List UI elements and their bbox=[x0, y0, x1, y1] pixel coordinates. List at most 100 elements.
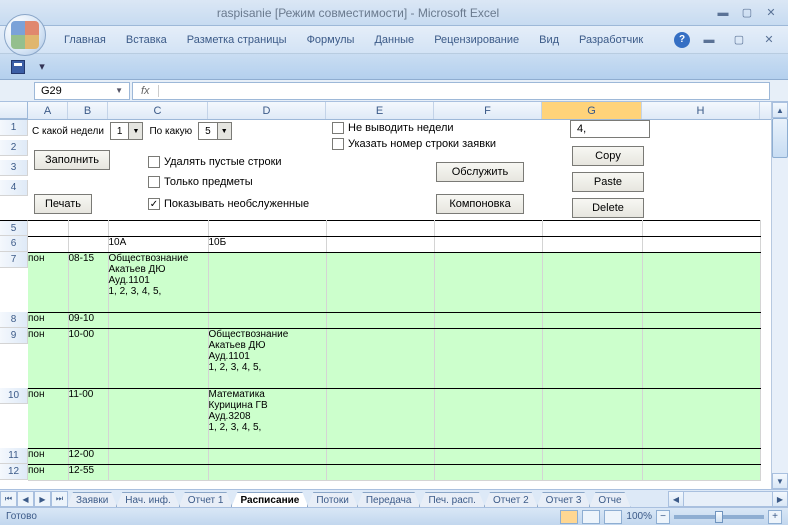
cell[interactable]: 10А bbox=[108, 236, 208, 252]
sheet-tab[interactable]: Отчет 3 bbox=[537, 492, 591, 507]
sheet-tab[interactable]: Нач. инф. bbox=[116, 492, 179, 507]
cell[interactable]: пон bbox=[28, 328, 68, 388]
ribbon-tab-pagelayout[interactable]: Разметка страницы bbox=[177, 30, 297, 50]
workbook-restore-button[interactable]: ▢ bbox=[728, 32, 750, 48]
row-header[interactable]: 3 bbox=[0, 160, 28, 176]
zoom-out-button[interactable]: − bbox=[656, 510, 670, 524]
sheet-tab[interactable]: Потоки bbox=[307, 492, 358, 507]
row-header[interactable]: 5 bbox=[0, 220, 28, 236]
tab-nav-next[interactable]: ▶ bbox=[34, 491, 51, 507]
tab-nav-prev[interactable]: ◀ bbox=[17, 491, 34, 507]
scroll-up-button[interactable]: ▲ bbox=[772, 102, 788, 118]
sheet-tab-active[interactable]: Расписание bbox=[231, 492, 308, 507]
col-header-G[interactable]: G bbox=[542, 102, 642, 119]
print-button[interactable]: Печать bbox=[34, 194, 92, 214]
col-header-D[interactable]: D bbox=[208, 102, 326, 119]
restore-button[interactable]: ▢ bbox=[736, 5, 758, 21]
ribbon-tab-view[interactable]: Вид bbox=[529, 30, 569, 50]
sheet-tab[interactable]: Отчет 1 bbox=[179, 492, 233, 507]
tab-nav-last[interactable]: ⏭ bbox=[51, 491, 68, 507]
cell[interactable]: пон bbox=[28, 388, 68, 448]
ribbon-tab-home[interactable]: Главная bbox=[54, 30, 116, 50]
value-input[interactable]: 4, bbox=[570, 120, 650, 138]
row-header[interactable]: 1 bbox=[0, 120, 28, 136]
formula-input[interactable]: fx bbox=[132, 82, 770, 100]
layout-button[interactable]: Компоновка bbox=[436, 194, 524, 214]
cell[interactable]: 10Б bbox=[208, 236, 326, 252]
chevron-down-icon[interactable]: ▼ bbox=[115, 86, 123, 95]
copy-button[interactable]: Copy bbox=[572, 146, 644, 166]
fx-icon[interactable]: fx bbox=[133, 85, 159, 97]
name-box[interactable]: G29 ▼ bbox=[34, 82, 130, 100]
show-req-row-checkbox[interactable] bbox=[332, 138, 344, 150]
ribbon-tab-developer[interactable]: Разработчик bbox=[569, 30, 653, 50]
scroll-down-button[interactable]: ▼ bbox=[772, 473, 788, 489]
sheet-tab[interactable]: Отчет 2 bbox=[484, 492, 538, 507]
delete-button[interactable]: Delete bbox=[572, 198, 644, 218]
page-break-view-button[interactable] bbox=[604, 510, 622, 524]
cell[interactable] bbox=[208, 252, 326, 312]
save-button[interactable] bbox=[8, 57, 28, 77]
col-header-E[interactable]: E bbox=[326, 102, 434, 119]
only-subjects-checkbox[interactable] bbox=[148, 176, 160, 188]
scroll-right-button[interactable]: ▶ bbox=[772, 491, 788, 507]
row-header[interactable]: 9 bbox=[0, 328, 28, 344]
sheet-tab[interactable]: Печ. расп. bbox=[419, 492, 485, 507]
col-header-B[interactable]: B bbox=[68, 102, 108, 119]
tab-nav-first[interactable]: ⏮ bbox=[0, 491, 17, 507]
row-header[interactable]: 8 bbox=[0, 312, 28, 328]
zoom-slider[interactable] bbox=[674, 515, 764, 519]
col-header-F[interactable]: F bbox=[434, 102, 542, 119]
office-button[interactable] bbox=[4, 14, 46, 56]
scroll-left-button[interactable]: ◀ bbox=[668, 491, 684, 507]
delete-empty-checkbox[interactable] bbox=[148, 156, 160, 168]
minimize-button[interactable]: ▬ bbox=[712, 5, 734, 21]
horizontal-scrollbar[interactable]: ◀ ▶ bbox=[668, 491, 788, 507]
hide-weeks-checkbox[interactable] bbox=[332, 122, 344, 134]
cell[interactable]: пон bbox=[28, 312, 68, 328]
cell[interactable]: 12-55 bbox=[68, 464, 108, 480]
week-to-select[interactable]: 5▼ bbox=[198, 122, 232, 140]
sheet-tab[interactable]: Заявки bbox=[67, 492, 117, 507]
cell[interactable]: 10-00 bbox=[68, 328, 108, 388]
page-layout-view-button[interactable] bbox=[582, 510, 600, 524]
cell[interactable]: Обществознание Акатьев ДЮ Ауд.1101 1, 2,… bbox=[208, 328, 326, 388]
close-button[interactable]: ✕ bbox=[760, 5, 782, 21]
cell[interactable]: пон bbox=[28, 464, 68, 480]
cell[interactable]: 11-00 bbox=[68, 388, 108, 448]
ribbon-tab-insert[interactable]: Вставка bbox=[116, 30, 177, 50]
paste-button[interactable]: Paste bbox=[572, 172, 644, 192]
cell[interactable]: пон bbox=[28, 448, 68, 464]
cell[interactable]: Математика Курицина ГВ Ауд.3208 1, 2, 3,… bbox=[208, 388, 326, 448]
workbook-close-button[interactable]: ✕ bbox=[758, 32, 780, 48]
cell[interactable]: Обществознание Акатьев ДЮ Ауд.1101 1, 2,… bbox=[108, 252, 208, 312]
fill-button[interactable]: Заполнить bbox=[34, 150, 110, 170]
cell[interactable]: 12-00 bbox=[68, 448, 108, 464]
cell[interactable]: 08-15 bbox=[68, 252, 108, 312]
col-header-A[interactable]: A bbox=[28, 102, 68, 119]
qat-dropdown[interactable]: ▾ bbox=[32, 57, 52, 77]
ribbon-tab-formulas[interactable]: Формулы bbox=[297, 30, 365, 50]
select-all-corner[interactable] bbox=[0, 102, 28, 119]
normal-view-button[interactable] bbox=[560, 510, 578, 524]
grid-body[interactable]: 1 С какой недели 1▼ По какую 5▼ Заполнит… bbox=[0, 120, 771, 489]
sheet-tab[interactable]: Отче bbox=[589, 492, 630, 507]
workbook-minimize-button[interactable]: ▬ bbox=[698, 32, 720, 48]
row-header[interactable]: 11 bbox=[0, 448, 28, 464]
scroll-thumb[interactable] bbox=[772, 118, 788, 158]
week-from-select[interactable]: 1▼ bbox=[110, 122, 144, 140]
sheet-tab[interactable]: Передача bbox=[357, 492, 421, 507]
col-header-C[interactable]: C bbox=[108, 102, 208, 119]
zoom-in-button[interactable]: + bbox=[768, 510, 782, 524]
help-button[interactable]: ? bbox=[674, 32, 690, 48]
ribbon-tab-data[interactable]: Данные bbox=[364, 30, 424, 50]
vertical-scrollbar[interactable]: ▲ ▼ bbox=[771, 102, 788, 489]
row-header[interactable]: 6 bbox=[0, 236, 28, 252]
row-header[interactable]: 10 bbox=[0, 388, 28, 404]
cell[interactable]: 09-10 bbox=[68, 312, 108, 328]
row-header[interactable]: 12 bbox=[0, 464, 28, 480]
show-unserved-checkbox[interactable]: ✓ bbox=[148, 198, 160, 210]
row-header[interactable]: 4 bbox=[0, 180, 28, 196]
serve-button[interactable]: Обслужить bbox=[436, 162, 524, 182]
row-header[interactable]: 2 bbox=[0, 140, 28, 156]
